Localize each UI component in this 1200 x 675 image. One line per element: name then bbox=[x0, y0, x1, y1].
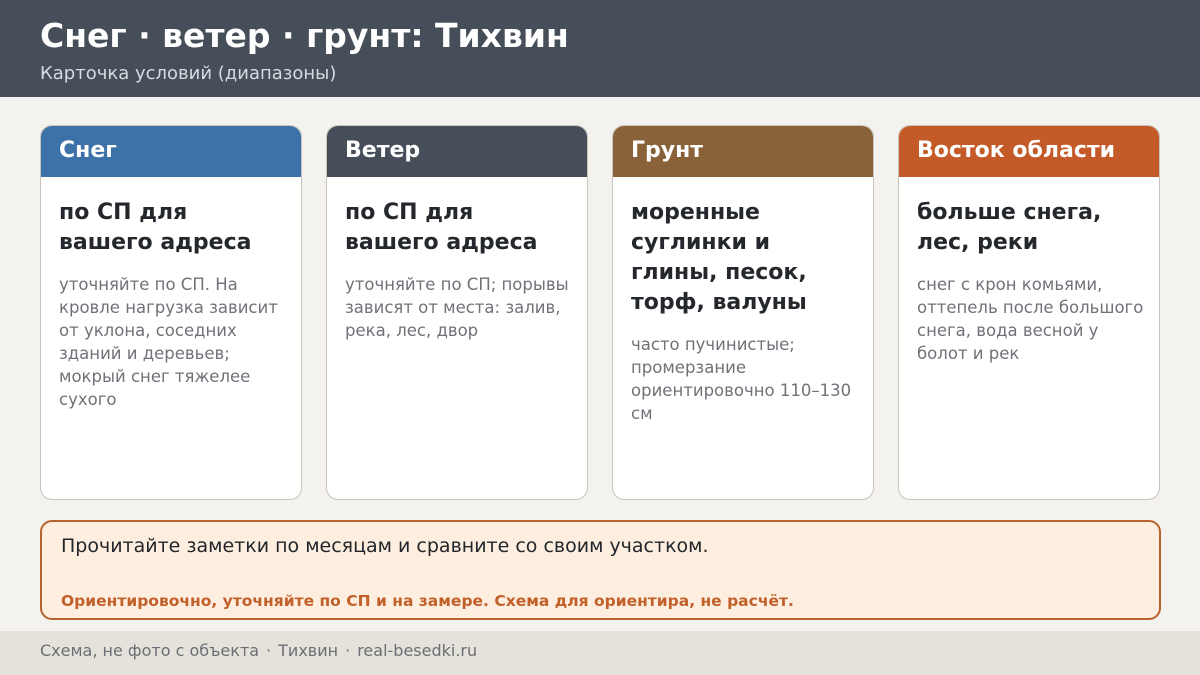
card-soil-note: часто пучинистые; промерзание ориентиров… bbox=[631, 335, 852, 423]
card-soil: Грунт моренные суглинки и глины, песок, … bbox=[612, 125, 874, 500]
card-wind-header: Ветер bbox=[327, 126, 587, 177]
page-subtitle: Карточка условий (диапазоны) bbox=[40, 63, 337, 84]
notice-warning-text: Ориентировочно, уточняйте по СП и на зам… bbox=[61, 592, 794, 610]
notice-box: Прочитайте заметки по месяцам и сравните… bbox=[40, 520, 1161, 620]
page-header: Снег · ветер · грунт: Тихвин Карточка ус… bbox=[0, 0, 1200, 97]
card-east-region-note: снег с крон комьями, оттепель после боль… bbox=[917, 275, 1144, 363]
card-east-region-header: Восток области bbox=[899, 126, 1159, 177]
footer-city: Тихвин bbox=[278, 641, 339, 660]
card-wind-note: уточняйте по СП; порывы зависят от места… bbox=[345, 275, 569, 340]
card-soil-title: моренные суглинки и глины, песок, торф, … bbox=[631, 200, 807, 315]
footer-site-link[interactable]: real-besedki.ru bbox=[357, 641, 477, 660]
footer-separator: · bbox=[266, 641, 272, 660]
card-wind: Ветер по СП для вашего адреса уточняйте … bbox=[326, 125, 588, 500]
card-snow-note: уточняйте по СП. На кровле нагрузка зави… bbox=[59, 275, 278, 409]
footer-text: Схема, не фото с объекта · Тихвин · real-bes… bbox=[40, 641, 477, 660]
footer-separator: · bbox=[345, 641, 351, 660]
card-soil-header: Грунт bbox=[613, 126, 873, 177]
card-snow-title: по СП для вашего адреса bbox=[59, 200, 252, 255]
card-wind-title: по СП для вашего адреса bbox=[345, 200, 538, 255]
footer-disclaimer: Схема, не фото с объекта bbox=[40, 641, 260, 660]
page-footer: Схема, не фото с объекта · Тихвин · real-bes… bbox=[0, 631, 1200, 675]
card-east-region: Восток области больше снега, лес, реки с… bbox=[898, 125, 1160, 500]
page-title: Снег · ветер · грунт: Тихвин bbox=[40, 16, 569, 55]
card-snow-header: Снег bbox=[41, 126, 301, 177]
card-snow: Снег по СП для вашего адреса уточняйте п… bbox=[40, 125, 302, 500]
conditions-cards: Снег по СП для вашего адреса уточняйте п… bbox=[40, 125, 1161, 500]
card-east-region-title: больше снега, лес, реки bbox=[917, 200, 1102, 255]
notice-main-text: Прочитайте заметки по месяцам и сравните… bbox=[61, 535, 709, 557]
